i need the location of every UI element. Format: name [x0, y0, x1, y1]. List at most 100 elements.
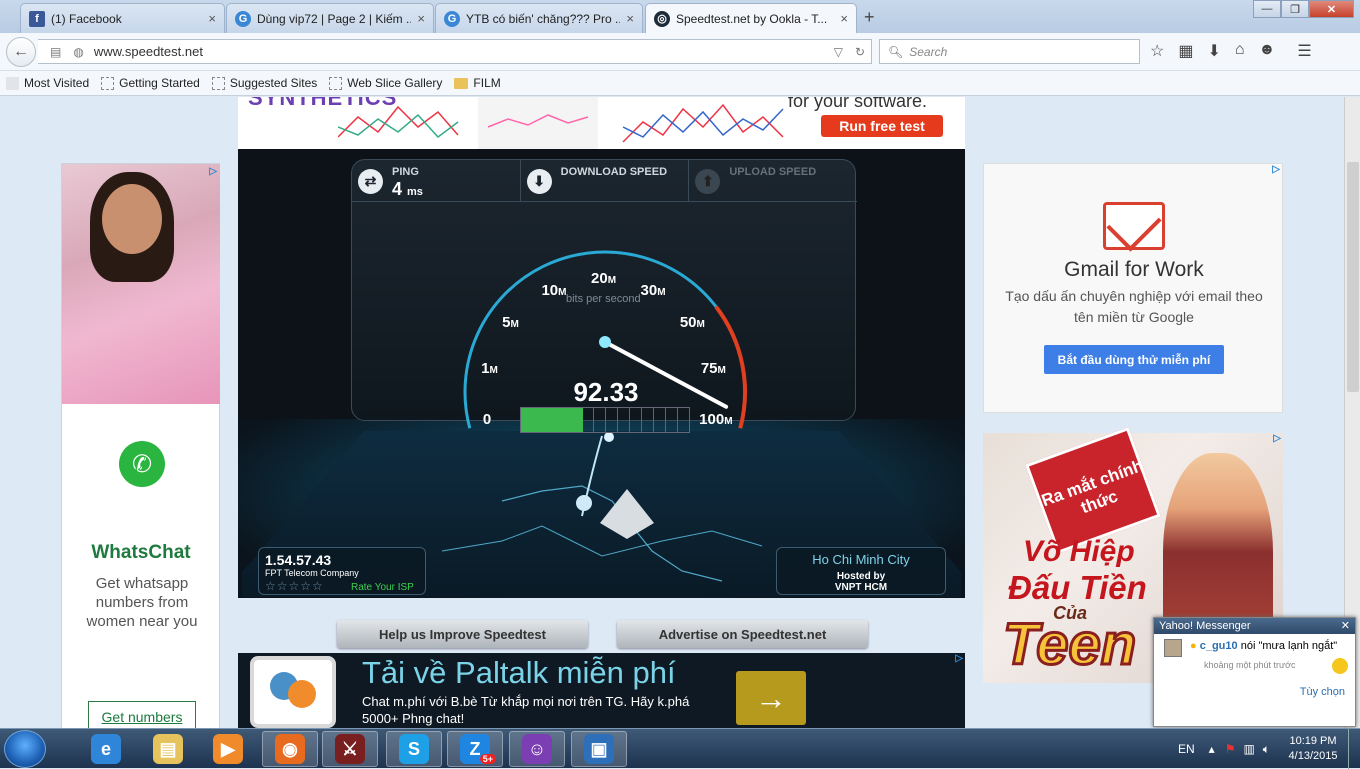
- tab-groups-icon[interactable]: ▤: [50, 45, 61, 59]
- show-hidden-icons-icon[interactable]: ▴: [1209, 742, 1215, 756]
- tab-facebook[interactable]: f (1) Facebook ×: [20, 3, 225, 33]
- language-indicator[interactable]: EN: [1178, 742, 1195, 756]
- ad-title: Gmail for Work: [1064, 258, 1204, 281]
- tab-vip72[interactable]: G Dùng vip72 | Page 2 | Kiếm ... ×: [226, 3, 434, 33]
- clock[interactable]: 10:19 PM 4/13/2015: [1278, 734, 1348, 764]
- close-tab-icon[interactable]: ×: [840, 11, 848, 26]
- options-link[interactable]: Tùy chọn: [1300, 686, 1345, 698]
- gmail-logo-icon: [1103, 202, 1165, 250]
- skype-taskbar-button[interactable]: S: [386, 731, 442, 767]
- progress-grid: [520, 407, 690, 433]
- clock-time: 10:19 PM: [1289, 735, 1337, 747]
- ad-text: Chat m.phí với B.bè Từ khắp mọi nơi trên…: [362, 694, 690, 726]
- page-content: SYNTHETICS for your software. Run free t…: [0, 97, 1344, 728]
- yahoo-messenger-taskbar-button[interactable]: ☺: [509, 731, 565, 767]
- menu-icon[interactable]: ☰: [1297, 41, 1311, 61]
- maximize-button[interactable]: ❐: [1281, 0, 1309, 18]
- file-explorer-taskbar-button[interactable]: ▤: [140, 731, 196, 767]
- username[interactable]: c_gu10: [1200, 640, 1238, 652]
- show-desktop-button[interactable]: [1348, 729, 1360, 769]
- isp-ip: 1.54.57.43: [265, 552, 332, 568]
- start-trial-button[interactable]: Bắt đầu dùng thử miễn phí: [1044, 345, 1224, 374]
- home-icon[interactable]: ⌂: [1235, 41, 1245, 61]
- adchoices-icon[interactable]: ▷: [955, 653, 963, 664]
- whatschat-ad[interactable]: ▷ ✆ WhatsChat Get whatsapp numbers from …: [61, 163, 220, 728]
- game-app-taskbar-button[interactable]: ⚔: [322, 731, 378, 767]
- zalo-taskbar-button[interactable]: Z 5+: [447, 731, 503, 767]
- flag-icon[interactable]: ⚑: [1225, 742, 1236, 756]
- tab-ytb[interactable]: G YTB có biến' chăng??? Pro ... ×: [435, 3, 643, 33]
- rating-stars-icon[interactable]: ☆☆☆☆☆: [265, 579, 324, 593]
- close-tab-icon[interactable]: ×: [417, 11, 425, 26]
- bookmark-suggested-sites[interactable]: Suggested Sites: [211, 76, 318, 90]
- volume-icon[interactable]: 🔈︎: [1263, 742, 1270, 757]
- gauge-label-50: 50M: [679, 313, 705, 331]
- network-icon[interactable]: ▥: [1243, 742, 1254, 756]
- ad-title: Tải về Paltalk miễn phí: [362, 655, 676, 690]
- paltalk-ad[interactable]: Tải về Paltalk miễn phí Chat m.phí với B…: [238, 653, 965, 728]
- chat-icon[interactable]: ☻: [1259, 41, 1276, 61]
- close-icon[interactable]: ✕: [1341, 618, 1350, 634]
- adchoices-icon[interactable]: ▷: [1272, 164, 1280, 175]
- media-player-taskbar-button[interactable]: ▶: [200, 731, 256, 767]
- close-tab-icon[interactable]: ×: [208, 11, 216, 26]
- gauge-label-100: 100M: [699, 410, 733, 428]
- reload-icon[interactable]: ↻: [855, 45, 865, 59]
- tab-bar: f (1) Facebook × G Dùng vip72 | Page 2 |…: [0, 0, 1360, 33]
- ad-line4: Teen: [1001, 611, 1137, 679]
- dropdown-arrow-icon[interactable]: ▽: [834, 45, 843, 59]
- get-numbers-button[interactable]: Get numbers: [88, 701, 196, 728]
- bookmark-getting-started[interactable]: Getting Started: [101, 76, 200, 90]
- close-tab-icon[interactable]: ×: [626, 11, 634, 26]
- download-icon[interactable]: ⬇: [1207, 41, 1220, 61]
- bookmark-film[interactable]: FILM: [454, 76, 501, 90]
- close-window-button[interactable]: ✕: [1309, 0, 1354, 18]
- bookmark-label: Suggested Sites: [229, 76, 318, 90]
- adchoices-icon[interactable]: ▷: [209, 166, 217, 177]
- notification-badge: 5+: [479, 754, 496, 764]
- speedtest-widget: ⇄ PING 4 ms ⬇ DOWNLOAD SPEED ⬆ UPLOAD SP…: [238, 149, 965, 598]
- tab-speedtest[interactable]: ◎ Speedtest.net by Ookla - T... ×: [645, 3, 857, 33]
- top-banner-ad[interactable]: SYNTHETICS for your software. Run free t…: [238, 97, 965, 149]
- virtualbox-taskbar-button[interactable]: ▣: [571, 731, 627, 767]
- window-controls: — ❐ ✕: [1253, 0, 1354, 18]
- gauge-label-0: 0: [482, 410, 492, 428]
- bookmark-most-visited[interactable]: Most Visited: [6, 76, 89, 90]
- server-panel: Ho Chi Minh City Hosted by VNPT HCM: [776, 547, 946, 595]
- yahoo-notification[interactable]: Yahoo! Messenger ✕ ● c_gu10 nói "mưa lạnh…: [1153, 617, 1356, 727]
- firefox-taskbar-button[interactable]: ◉: [262, 731, 318, 767]
- arrow-right-button[interactable]: →: [736, 671, 806, 725]
- tab-title: YTB có biến' chăng??? Pro ...: [466, 11, 621, 26]
- help-improve-button[interactable]: Help us Improve Speedtest: [337, 620, 588, 648]
- back-button[interactable]: ←: [6, 37, 36, 67]
- search-input[interactable]: 🔍︎ Search: [879, 39, 1140, 64]
- loading-icon: G: [444, 10, 460, 27]
- bookmark-web-slice-gallery[interactable]: Web Slice Gallery: [329, 76, 442, 90]
- gauge-label-30: 30M: [640, 281, 666, 299]
- url-text[interactable]: www.speedtest.net: [94, 44, 828, 59]
- ad-line1: Võ Hiệp: [1023, 535, 1135, 568]
- bookmark-icon: [211, 76, 225, 90]
- scrollbar-thumb[interactable]: [1347, 162, 1359, 392]
- run-free-test-button[interactable]: Run free test: [821, 115, 943, 137]
- address-bar[interactable]: ▤ ◍ www.speedtest.net ▽ ↻: [38, 39, 872, 64]
- new-tab-button[interactable]: +: [864, 7, 875, 28]
- adchoices-icon[interactable]: ▷: [1273, 433, 1281, 444]
- bookmark-star-icon[interactable]: ☆: [1150, 41, 1164, 61]
- firefox-icon: ◉: [275, 734, 305, 764]
- minimize-button[interactable]: —: [1253, 0, 1281, 18]
- gmail-ad[interactable]: ▷ Gmail for Work Tạo dấu ấn chuyên nghiệ…: [983, 163, 1283, 413]
- start-button[interactable]: [4, 730, 46, 768]
- internet-explorer-icon: e: [91, 734, 121, 764]
- status-icon: ●: [1190, 640, 1197, 652]
- internet-explorer-taskbar-button[interactable]: e: [78, 731, 134, 767]
- advertise-button[interactable]: Advertise on Speedtest.net: [617, 620, 868, 648]
- gauge-label-10: 10M: [541, 281, 567, 299]
- rate-isp-link[interactable]: Rate Your ISP: [351, 582, 414, 593]
- isp-name: FPT Telecom Company: [265, 568, 359, 578]
- server-city[interactable]: Ho Chi Minh City: [777, 552, 945, 567]
- bookmark-label: Web Slice Gallery: [347, 76, 443, 90]
- search-placeholder: Search: [909, 44, 948, 59]
- reading-list-icon[interactable]: ▦: [1178, 41, 1193, 61]
- speed-value: 92.33: [573, 377, 639, 407]
